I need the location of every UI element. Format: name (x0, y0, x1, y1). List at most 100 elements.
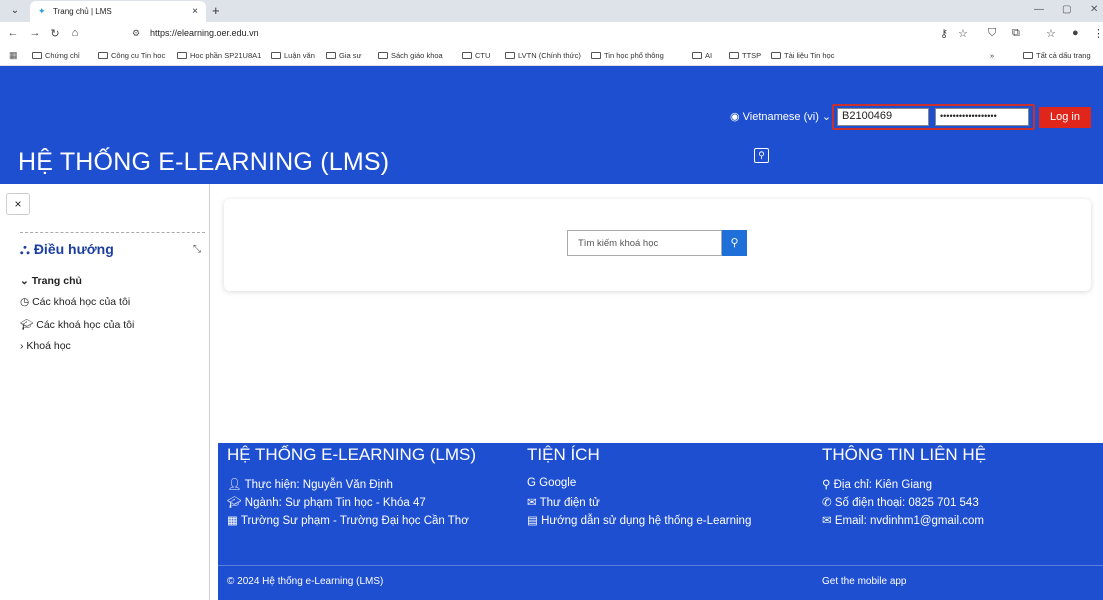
building-icon: ▦ (227, 515, 241, 527)
footer-copyright: © 2024 Hệ thống e-Learning (LMS) (227, 576, 384, 587)
folder-icon (729, 52, 739, 59)
footer-title-system: HỆ THỐNG E-LEARNING (LMS) (227, 445, 477, 464)
folder-icon (771, 52, 781, 59)
navigation-heading: ⛬ Điều hướng (20, 241, 114, 257)
bookmark-item[interactable]: Sách giáo khoa (378, 51, 443, 60)
envelope-icon: ✉ (527, 497, 540, 509)
url-text[interactable]: https://elearning.oer.edu.vn (150, 28, 259, 38)
browser-tabbar: ⌄ ✦ Trang chủ | LMS × + — ▢ ✕ (0, 0, 1103, 22)
folder-icon (1023, 52, 1033, 59)
shield-icon[interactable]: ⛉ (988, 27, 996, 40)
folder-icon (271, 52, 281, 59)
maximize-icon[interactable]: ▢ (1062, 4, 1071, 15)
nav-item-courses[interactable]: › Khoá học (20, 340, 71, 352)
footer-major: 🎓︎ Ngành: Sư phạm Tin học - Khóa 47 (227, 497, 426, 509)
envelope-icon: ✉ (822, 515, 835, 527)
book-icon: ▤ (527, 515, 542, 527)
footer-phone: ✆ Số điện thoại: 0825 701 543 (822, 497, 979, 509)
divider (20, 232, 205, 233)
nav-item-my-courses-dashboard[interactable]: ◷ Các khoá học của tôi (20, 296, 130, 308)
site-footer: HỆ THỐNG E-LEARNING (LMS) 👤︎ Thực hiện: … (218, 443, 1103, 600)
login-button[interactable]: Log in (1039, 107, 1091, 128)
site-info-icon[interactable]: ⚙ (132, 28, 140, 39)
footer-address: ⚲ Địa chỉ: Kiên Giang (822, 479, 933, 491)
graduation-cap-icon: 🎓︎ (20, 319, 37, 331)
search-icon: ⚲ (730, 237, 739, 249)
bookmark-item[interactable]: Chứng chỉ (32, 51, 80, 60)
whatsapp-icon: ✆ (822, 497, 835, 509)
bookmark-item[interactable]: Tin học phổ thông (591, 51, 664, 60)
language-selector[interactable]: ◉ Vietnamese (vi) ⌄ (730, 110, 831, 123)
extensions-icon[interactable]: ⧉ (1012, 27, 1020, 40)
password-key-icon[interactable]: ⚷ (940, 27, 948, 40)
footer-author: 👤︎ Thực hiện: Nguyễn Văn Định (227, 479, 393, 491)
folder-icon (98, 52, 108, 59)
graduation-cap-icon: 🎓︎ (227, 497, 245, 509)
collapse-icon[interactable]: ⤡ (193, 244, 201, 255)
address-bar: ← → ↻ ⌂ ⚙ https://elearning.oer.edu.vn ⚷… (0, 22, 1103, 46)
course-search-input[interactable]: Tìm kiếm khoá học (567, 230, 722, 256)
site-favicon-icon: ✦ (38, 6, 46, 16)
bookmark-item[interactable]: Luận văn (271, 51, 315, 60)
folder-icon (692, 52, 702, 59)
back-icon[interactable]: ← (6, 27, 20, 39)
bookmark-item[interactable]: Hoc phần SP21U8A1 (177, 51, 261, 60)
home-icon[interactable]: ⌂ (68, 27, 82, 39)
profile-avatar-icon[interactable]: ● (1072, 27, 1079, 39)
course-search-button[interactable]: ⚲ (722, 230, 747, 256)
sitemap-icon: ⛬ (20, 241, 30, 257)
bookmark-item[interactable]: Tài liệu Tin học (771, 51, 834, 60)
close-window-icon[interactable]: ✕ (1090, 4, 1098, 15)
footer-title-contact: THÔNG TIN LIÊN HỆ (822, 445, 987, 464)
navigation-drawer: × ⛬ Điều hướng ⤡ ⌄ Trang chủ ◷ Các khoá h… (0, 184, 210, 600)
nav-item-my-courses[interactable]: 🎓︎ Các khoá học của tôi (20, 318, 134, 331)
header-search-icon[interactable]: ⚲ (754, 148, 769, 163)
minimize-icon[interactable]: — (1034, 4, 1044, 15)
close-tab-icon[interactable]: × (192, 6, 198, 17)
user-icon: 👤︎ (227, 479, 245, 491)
apps-grid-icon[interactable]: ▦ (9, 50, 18, 61)
get-mobile-app-link[interactable]: Get the mobile app (822, 576, 907, 587)
favorites-icon[interactable]: ☆ (1046, 27, 1056, 40)
folder-icon (505, 52, 515, 59)
site-title[interactable]: HỆ THỐNG E-LEARNING (LMS) (18, 148, 389, 177)
folder-icon (32, 52, 42, 59)
forward-icon[interactable]: → (28, 27, 42, 39)
chevron-down-icon: ⌄ (20, 275, 32, 287)
bookmark-item[interactable]: LVTN (Chính thức) (505, 51, 581, 60)
footer-link-guide[interactable]: ▤ Hướng dẫn sử dụng hệ thống e-Learning (527, 513, 751, 527)
bookmark-item[interactable]: Gia sư (326, 51, 362, 60)
tab-title: Trang chủ | LMS (53, 7, 112, 16)
folder-icon (177, 52, 187, 59)
menu-kebab-icon[interactable]: ⋮ (1093, 27, 1103, 40)
reload-icon[interactable]: ↻ (48, 27, 62, 40)
bookmarks-bar: ▦ Chứng chỉ Công cu Tin hoc Hoc phần SP2… (0, 46, 1103, 66)
more-bookmarks-button[interactable]: » (990, 51, 994, 60)
footer-school: ▦ Trường Sư phạm - Trường Đại học Cần Th… (227, 515, 469, 527)
footer-title-utilities: TIỆN ÍCH (527, 445, 600, 464)
tab-search-icon[interactable]: ⌄ (8, 4, 22, 18)
new-tab-icon[interactable]: + (212, 3, 220, 18)
nav-item-home[interactable]: ⌄ Trang chủ (20, 275, 82, 287)
bookmark-star-icon[interactable]: ☆ (958, 27, 968, 40)
footer-link-google[interactable]: G Google (527, 477, 576, 489)
folder-icon (378, 52, 388, 59)
close-drawer-button[interactable]: × (6, 193, 30, 215)
footer-link-email[interactable]: ✉ Thư điện tử (527, 495, 600, 509)
google-icon: G (527, 477, 540, 489)
folder-icon (462, 52, 472, 59)
password-field[interactable]: •••••••••••••••••• (935, 108, 1029, 126)
bookmark-item[interactable]: AI (692, 51, 712, 60)
all-bookmarks-button[interactable]: Tất cả dấu trang (1023, 51, 1091, 60)
folder-icon (326, 52, 336, 59)
map-pin-icon: ⚲ (822, 479, 834, 491)
username-field[interactable]: B2100469 (837, 108, 929, 126)
bookmark-item[interactable]: TTSP (729, 51, 761, 60)
browser-tab[interactable]: ✦ Trang chủ | LMS × (30, 1, 206, 22)
dashboard-icon: ◷ (20, 296, 33, 308)
bookmark-item[interactable]: CTU (462, 51, 490, 60)
footer-email[interactable]: ✉ Email: nvdinhm1@gmail.com (822, 513, 984, 527)
site-top-strip (0, 66, 1103, 85)
folder-icon (591, 52, 601, 59)
bookmark-item[interactable]: Công cu Tin hoc (98, 51, 165, 60)
